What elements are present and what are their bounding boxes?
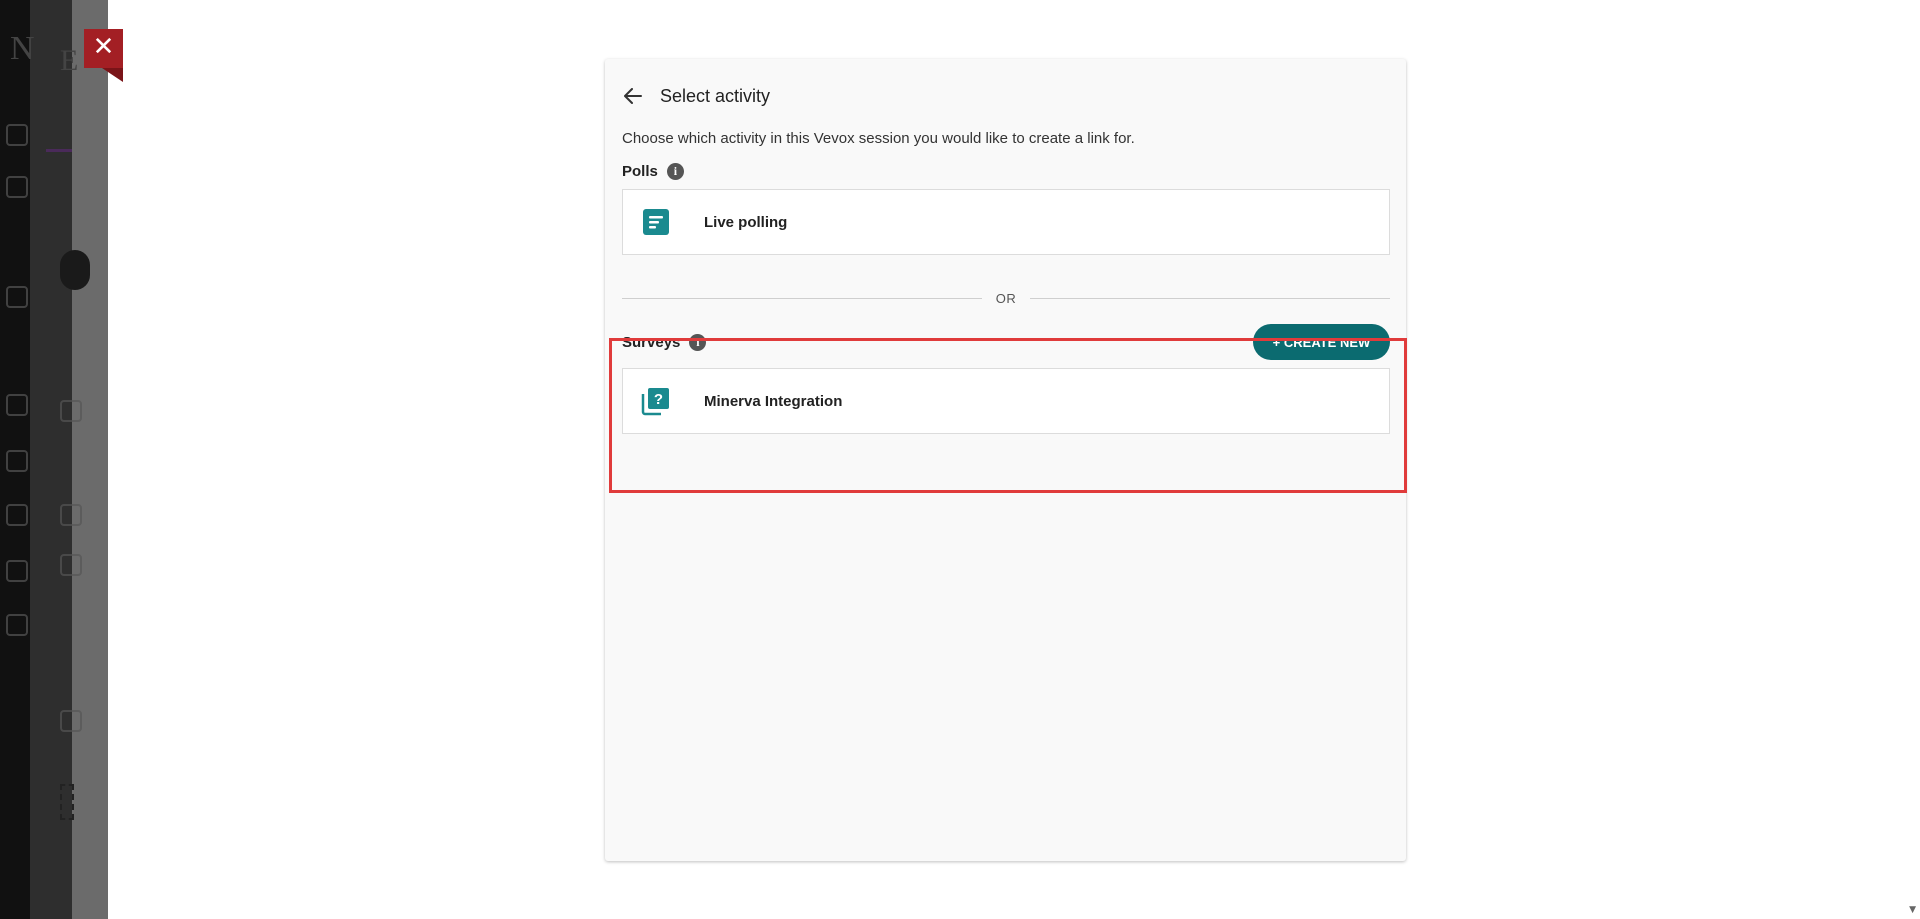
scroll-down-arrow[interactable]: ▼ bbox=[1909, 905, 1916, 915]
activity-item-label: Minerva Integration bbox=[704, 392, 843, 410]
background-nav-icon bbox=[6, 614, 28, 636]
background-item-icon bbox=[60, 400, 82, 422]
close-button[interactable]: ✕ bbox=[84, 29, 123, 82]
create-new-button[interactable]: + CREATE NEW bbox=[1253, 324, 1390, 360]
background-avatar bbox=[60, 250, 90, 290]
activity-item-minerva-integration[interactable]: ? Minerva Integration bbox=[622, 368, 1390, 434]
background-nav-icon bbox=[6, 394, 28, 416]
background-app-content bbox=[72, 0, 108, 919]
info-icon[interactable]: i bbox=[689, 334, 707, 351]
or-divider: OR bbox=[622, 290, 1390, 306]
surveys-label: Surveys bbox=[622, 334, 681, 351]
survey-question-icon: ? bbox=[641, 386, 671, 416]
divider-line bbox=[1030, 297, 1390, 299]
svg-text:?: ? bbox=[654, 391, 663, 408]
background-logo: N bbox=[10, 30, 35, 67]
polls-label: Polls bbox=[622, 163, 658, 180]
polls-section-label: Polls i bbox=[622, 163, 684, 180]
background-heading-fragment: E bbox=[60, 44, 79, 77]
panel-description: Choose which activity in this Vevox sess… bbox=[622, 130, 1135, 147]
info-icon[interactable]: i bbox=[666, 163, 684, 180]
background-app-panel bbox=[30, 0, 72, 919]
page-title: Select activity bbox=[660, 85, 771, 106]
background-item-icon bbox=[60, 710, 82, 732]
select-activity-panel: Select activity Choose which activity in… bbox=[605, 59, 1406, 861]
poll-list-icon bbox=[641, 207, 671, 237]
background-nav-icon bbox=[6, 450, 28, 472]
background-nav-icon bbox=[6, 286, 28, 308]
background-nav-icon bbox=[6, 504, 28, 526]
background-tab-underline bbox=[46, 149, 72, 152]
surveys-section-label: Surveys i bbox=[622, 334, 707, 351]
activity-item-live-polling[interactable]: Live polling bbox=[622, 189, 1390, 255]
back-button[interactable] bbox=[621, 84, 645, 108]
background-nav-icon bbox=[6, 560, 28, 582]
divider-text: OR bbox=[995, 290, 1017, 306]
background-dashed-box bbox=[60, 784, 74, 820]
arrow-left-icon bbox=[624, 88, 642, 104]
background-nav-icon bbox=[6, 176, 28, 198]
background-nav-icon bbox=[6, 124, 28, 146]
background-item-icon bbox=[60, 554, 82, 576]
background-item-icon bbox=[60, 504, 82, 526]
close-icon: ✕ bbox=[92, 32, 115, 62]
activity-item-label: Live polling bbox=[704, 213, 788, 231]
divider-line bbox=[622, 297, 982, 299]
panel-header: Select activity bbox=[621, 82, 770, 110]
